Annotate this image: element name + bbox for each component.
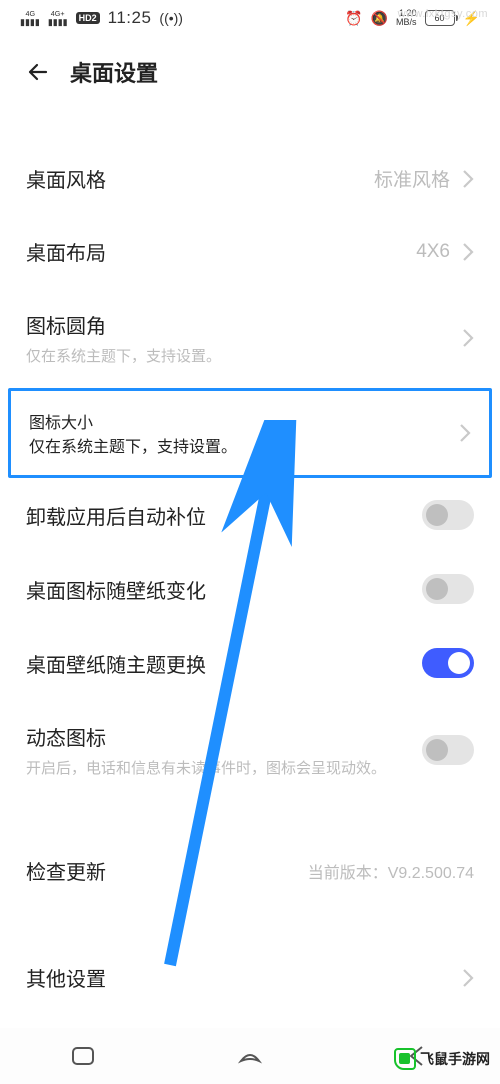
item-value: 4X6: [416, 241, 450, 263]
page-title: 桌面设置: [70, 56, 158, 88]
item-check-update[interactable]: 检查更新 当前版本：V9.2.500.74: [0, 834, 500, 907]
item-label: 桌面布局: [26, 237, 404, 266]
item-label: 桌面壁纸随主题更换: [26, 649, 410, 678]
item-icon-corner[interactable]: 图标圆角 仅在系统主题下，支持设置。: [0, 288, 500, 388]
chevron-right-icon: [459, 423, 471, 443]
item-dynamic-icon[interactable]: 动态图标 开启后，电话和信息有未读事件时，图标会呈现动效。: [0, 700, 500, 800]
toggle-icon-wallpaper[interactable]: [422, 574, 474, 604]
item-label: 桌面图标随壁纸变化: [26, 575, 410, 604]
item-icon-wallpaper[interactable]: 桌面图标随壁纸变化: [0, 552, 500, 626]
watermark-brand: 飞鼠手游网: [394, 1048, 490, 1070]
item-label: 图标大小: [29, 409, 237, 433]
signal-1-icon: 4G▮▮▮▮: [20, 9, 40, 27]
back-icon[interactable]: [26, 60, 50, 84]
hd-badge: HD2: [76, 12, 100, 24]
item-label: 卸载应用后自动补位: [26, 501, 410, 530]
signal-2-icon: 4G+▮▮▮▮: [48, 9, 68, 27]
item-sublabel: 仅在系统主题下，支持设置。: [29, 433, 237, 457]
item-sublabel: 仅在系统主题下，支持设置。: [26, 345, 450, 366]
item-sublabel: 开启后，电话和信息有未读事件时，图标会呈现动效。: [26, 757, 410, 778]
hotspot-icon: ((•)): [159, 10, 183, 26]
chevron-right-icon: [462, 328, 474, 348]
item-value: 当前版本：V9.2.500.74: [308, 859, 474, 883]
nav-recent-icon[interactable]: [70, 1043, 96, 1069]
chevron-right-icon: [462, 169, 474, 189]
chevron-right-icon: [462, 968, 474, 988]
item-auto-fill[interactable]: 卸载应用后自动补位: [0, 478, 500, 552]
status-bar: 4G▮▮▮▮ 4G+▮▮▮▮ HD2 11:25 ((•)) ⏰ 🔕 1.20M…: [0, 0, 500, 36]
nav-home-icon[interactable]: [237, 1043, 263, 1069]
battery-icon: 60: [425, 10, 455, 26]
item-label: 图标圆角: [26, 310, 450, 339]
item-label: 检查更新: [26, 856, 296, 885]
toggle-auto-fill[interactable]: [422, 500, 474, 530]
item-value: 标准风格: [374, 165, 450, 192]
toggle-dynamic-icon[interactable]: [422, 735, 474, 765]
item-label: 动态图标: [26, 722, 410, 751]
brand-logo-icon: [394, 1048, 416, 1070]
net-speed: 1.20MB/s: [396, 9, 417, 27]
item-desktop-layout[interactable]: 桌面布局 4X6: [0, 215, 500, 288]
toggle-wallpaper-theme[interactable]: [422, 648, 474, 678]
chevron-right-icon: [462, 242, 474, 262]
item-wallpaper-theme[interactable]: 桌面壁纸随主题更换: [0, 626, 500, 700]
settings-list: 桌面风格 标准风格 桌面布局 4X6 图标圆角 仅在系统主题下，支持设置。 图标…: [0, 142, 500, 1014]
item-label: 桌面风格: [26, 164, 362, 193]
item-desktop-style[interactable]: 桌面风格 标准风格: [0, 142, 500, 215]
title-bar: 桌面设置: [0, 36, 500, 108]
charging-icon: ⚡: [463, 10, 480, 27]
alarm-icon: ⏰: [345, 10, 362, 27]
item-other-settings[interactable]: 其他设置: [0, 941, 500, 1014]
mute-icon: 🔕: [371, 10, 388, 27]
status-time: 11:25: [108, 8, 152, 28]
item-icon-size-highlighted[interactable]: 图标大小 仅在系统主题下，支持设置。: [8, 388, 492, 478]
item-label: 其他设置: [26, 963, 450, 992]
